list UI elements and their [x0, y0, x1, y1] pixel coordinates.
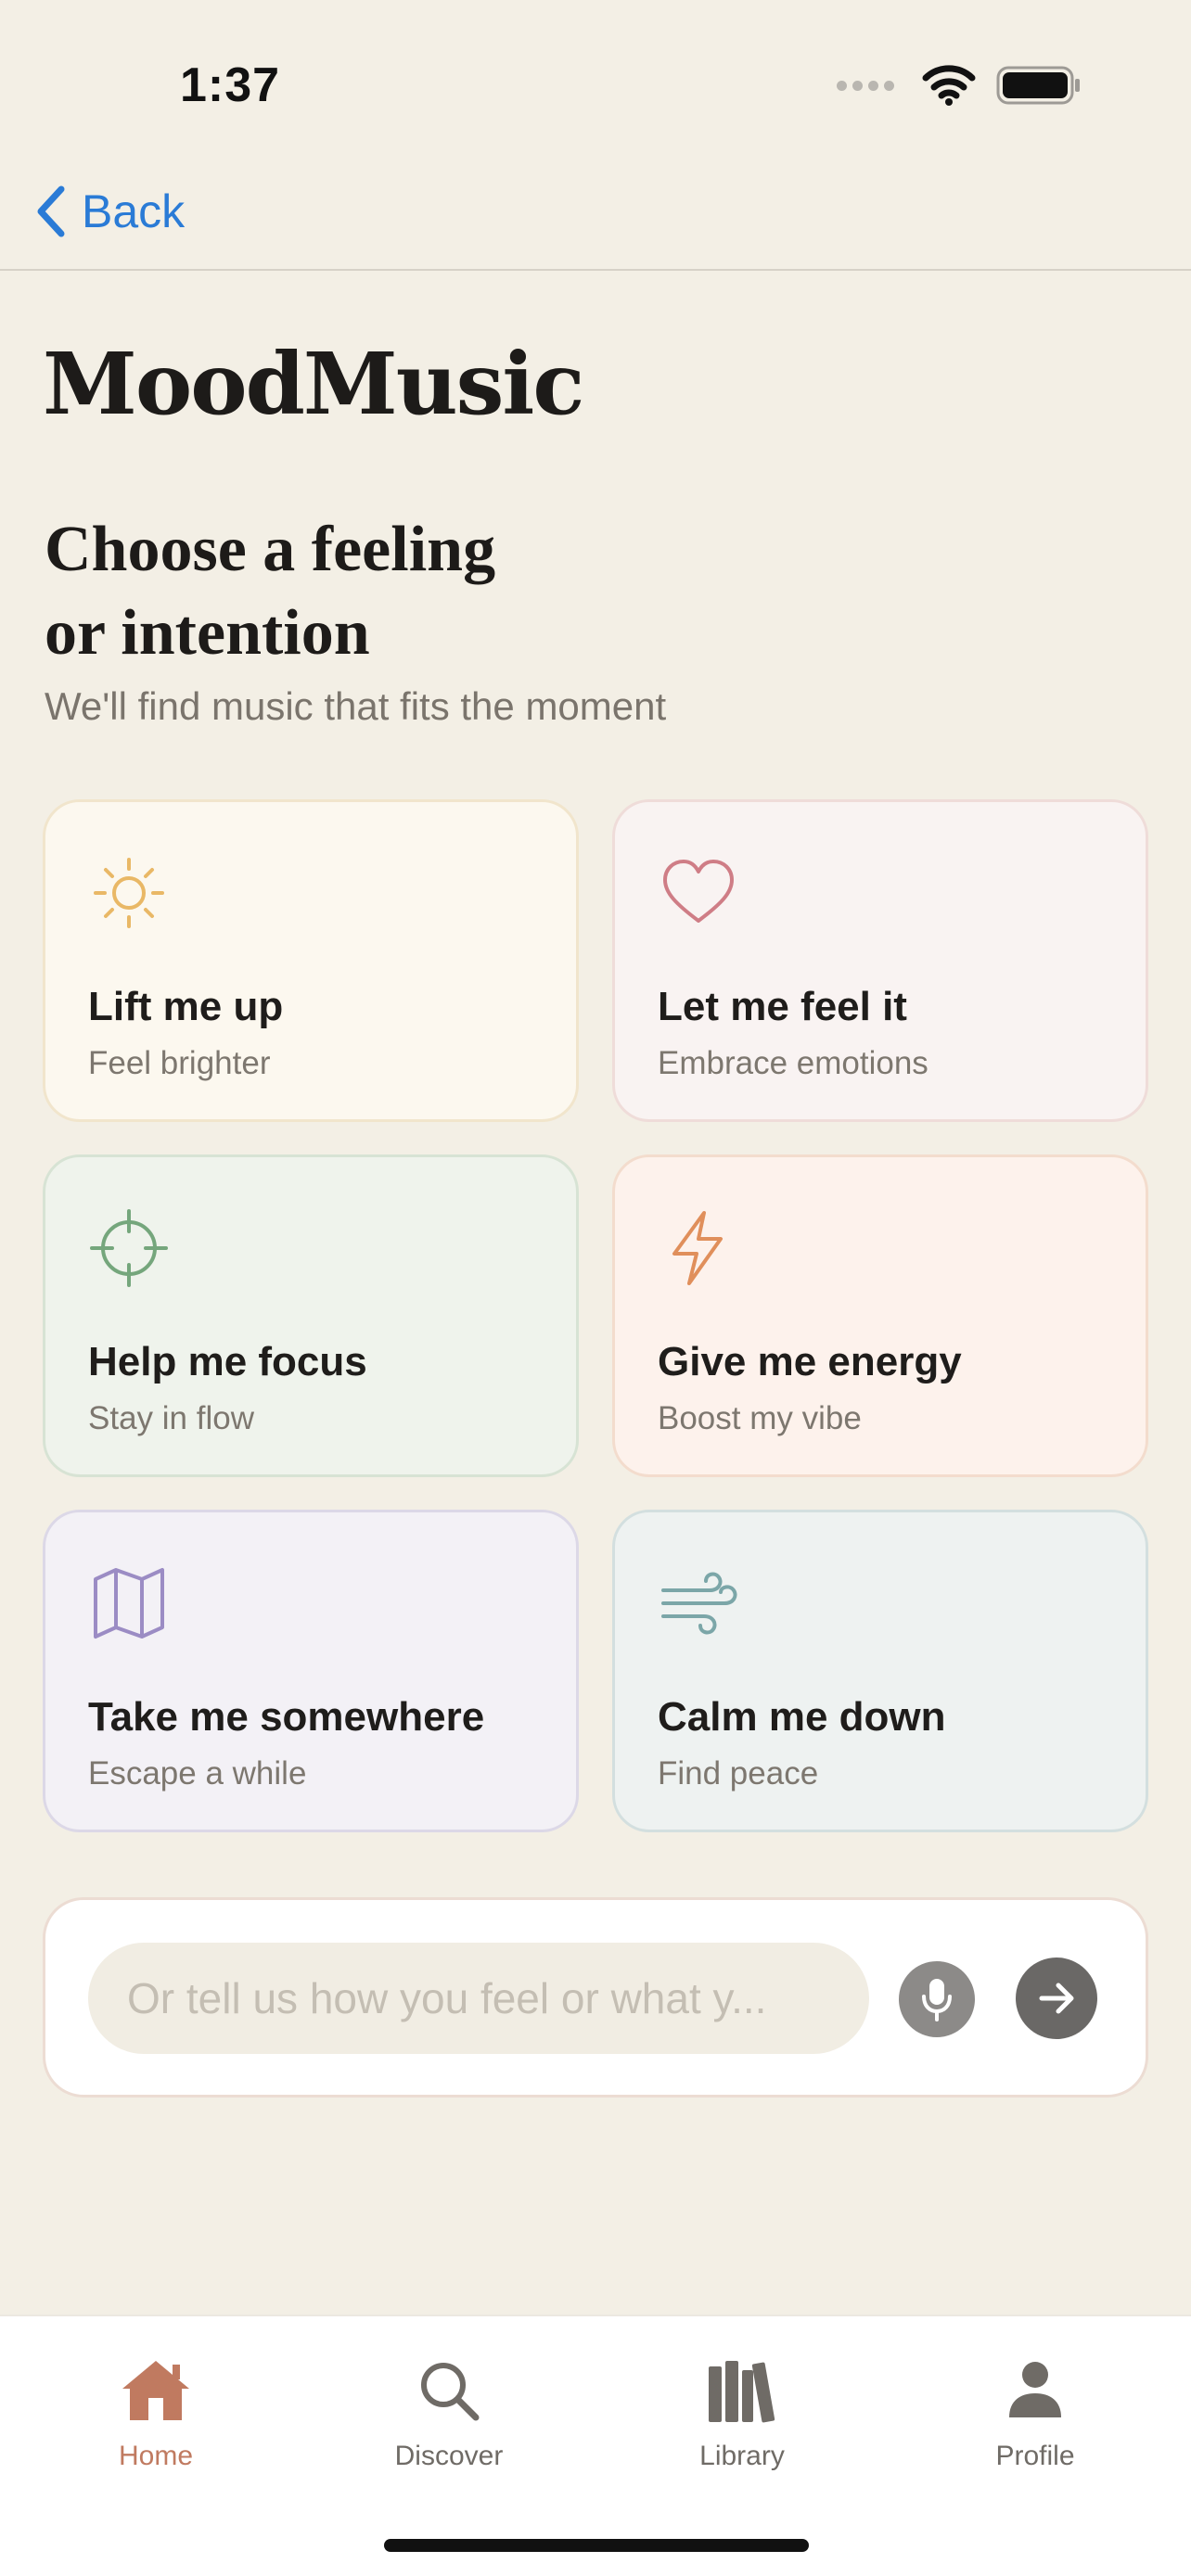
- mood-card-subtitle: Embrace emotions: [658, 1045, 928, 1081]
- home-indicator: [384, 2539, 809, 2552]
- back-button[interactable]: Back: [33, 180, 185, 243]
- library-icon: [705, 2353, 779, 2428]
- tab-label: Discover: [394, 2441, 504, 2471]
- sun-icon: [94, 858, 164, 928]
- arrow-right-icon: [1039, 1983, 1074, 2014]
- search-icon: [412, 2353, 486, 2428]
- mood-card-help-me-focus[interactable]: Help me focus Stay in flow: [43, 1154, 579, 1477]
- mood-card-title: Calm me down: [658, 1694, 946, 1740]
- mood-card-title: Take me somewhere: [88, 1694, 485, 1740]
- mood-card-calm-me-down[interactable]: Calm me down Find peace: [612, 1510, 1148, 1832]
- mood-input-panel: [43, 1897, 1148, 2098]
- prompt-heading-line2: or intention: [45, 597, 370, 669]
- tab-home[interactable]: Home: [45, 2353, 267, 2502]
- mood-card-title: Give me energy: [658, 1339, 962, 1384]
- lightning-icon: [672, 1211, 723, 1285]
- battery-icon: [996, 66, 1080, 105]
- prompt-heading-line1: Choose a feeling: [45, 514, 496, 585]
- mood-card-take-me-somewhere[interactable]: Take me somewhere Escape a while: [43, 1510, 579, 1832]
- mood-card-subtitle: Escape a while: [88, 1755, 307, 1792]
- tab-bar: Home Discover Library Profile: [0, 2315, 1191, 2576]
- tab-label: Library: [699, 2441, 785, 2471]
- tab-label: Home: [118, 2441, 194, 2471]
- tab-library[interactable]: Library: [631, 2353, 853, 2502]
- tab-label: Profile: [995, 2441, 1075, 2471]
- mood-card-title: Help me focus: [88, 1339, 367, 1384]
- prompt-heading: Choose a feeling or intention: [45, 508, 694, 675]
- home-icon: [119, 2353, 193, 2428]
- mood-text-input[interactable]: [88, 1943, 869, 2054]
- mood-card-subtitle: Feel brighter: [88, 1045, 271, 1081]
- status-icons: [837, 65, 1082, 106]
- microphone-button[interactable]: [899, 1961, 975, 2037]
- crosshair-icon: [90, 1209, 168, 1287]
- wifi-icon: [922, 65, 976, 106]
- nav-divider: [0, 269, 1191, 271]
- tab-discover[interactable]: Discover: [338, 2353, 560, 2502]
- person-icon: [998, 2353, 1072, 2428]
- mood-card-subtitle: Stay in flow: [88, 1400, 254, 1436]
- app-title: MoodMusic: [43, 334, 584, 434]
- tab-profile[interactable]: Profile: [924, 2353, 1146, 2502]
- mood-card-let-me-feel-it[interactable]: Let me feel it Embrace emotions: [612, 799, 1148, 1122]
- mood-card-give-me-energy[interactable]: Give me energy Boost my vibe: [612, 1154, 1148, 1477]
- microphone-icon: [922, 1979, 952, 2021]
- mood-card-subtitle: Find peace: [658, 1755, 819, 1792]
- mood-card-lift-me-up[interactable]: Lift me up Feel brighter: [43, 799, 579, 1122]
- mood-card-title: Let me feel it: [658, 984, 907, 1029]
- prompt-subtitle: We'll find music that fits the moment: [45, 684, 667, 728]
- mood-card-title: Lift me up: [88, 984, 284, 1029]
- signal-icon: [837, 80, 894, 91]
- back-label: Back: [82, 185, 186, 237]
- mood-card-subtitle: Boost my vibe: [658, 1400, 862, 1436]
- heart-icon: [663, 860, 734, 923]
- wind-icon: [661, 1572, 737, 1635]
- send-button[interactable]: [1016, 1958, 1097, 2039]
- chevron-left-icon: [37, 185, 65, 237]
- mood-music-screen: 1:37 Back MoodMusic Choose a feeling or …: [0, 0, 1191, 2576]
- map-icon: [94, 1568, 164, 1639]
- status-time: 1:37: [180, 58, 281, 112]
